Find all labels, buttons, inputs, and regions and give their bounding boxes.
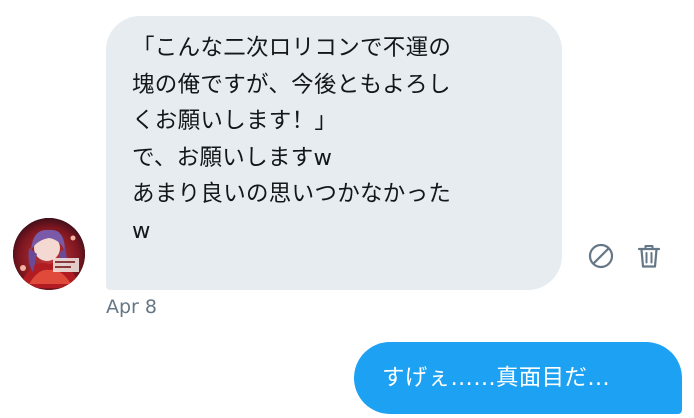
trash-icon[interactable] (634, 241, 664, 271)
avatar[interactable] (13, 218, 85, 290)
message-timestamp: Apr 8 (106, 296, 157, 318)
message-line: 「こんな二次ロリコンで不運の (132, 35, 452, 61)
message-line: あまり良いの思いつかなかった (132, 181, 452, 207)
message-line: で、お願いしますw (132, 144, 333, 171)
message-line: くお願いします！」 (132, 108, 338, 134)
dm-conversation: 「こんな二次ロリコンで不運の 塊の俺ですが、今後ともよろし くお願いします！」 … (0, 0, 694, 418)
message-line: 塊の俺ですが、今後ともよろし (132, 71, 451, 98)
outgoing-message-text: すげぇ……真面目だ… (382, 365, 611, 391)
avatar-image (13, 218, 85, 290)
outgoing-message-bubble[interactable]: すげぇ……真面目だ… (354, 342, 682, 414)
report-icon[interactable] (586, 241, 616, 271)
incoming-message-bubble[interactable]: 「こんな二次ロリコンで不運の 塊の俺ですが、今後ともよろし くお願いします！」 … (106, 16, 562, 290)
message-line: w (132, 217, 151, 244)
